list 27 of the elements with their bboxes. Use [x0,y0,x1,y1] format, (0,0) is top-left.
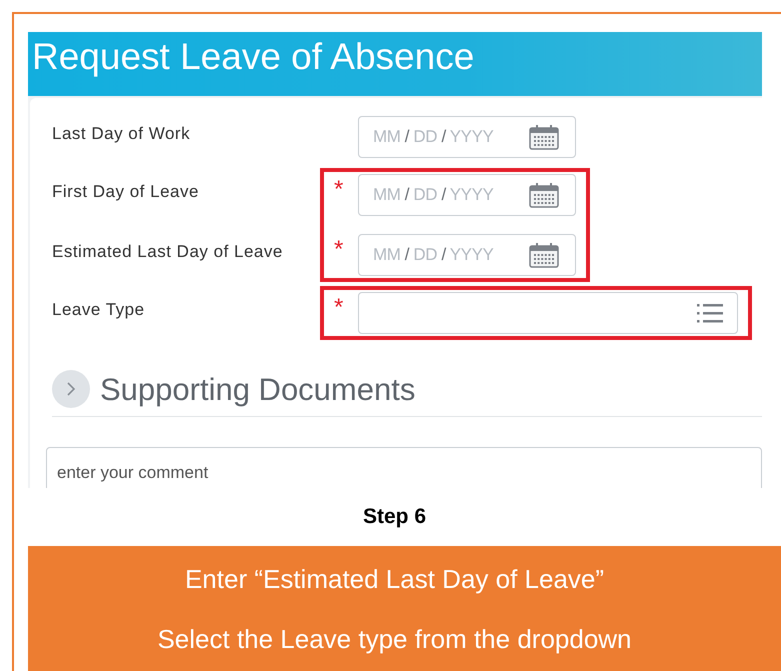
required-mark: * [334,296,344,320]
comment-field[interactable]: enter your comment [46,447,762,488]
field-label: First Day of Leave [52,181,199,204]
dropdown-field[interactable] [358,292,738,334]
date-placeholder: MM / DD / YYYY [373,126,494,148]
instruction-text: Select the Leave type from the dropdown [157,626,632,652]
date-placeholder: MM / DD / YYYY [373,244,494,266]
instruction-text: Enter “Estimated Last Day of Leave” [184,566,604,592]
date-field[interactable]: MM / DD / YYYY [358,234,576,276]
calendar-icon[interactable] [529,182,559,208]
chevron-icon [66,382,76,396]
list-icon[interactable] [697,302,723,324]
date-field[interactable]: MM / DD / YYYY [358,174,576,216]
calendar-icon[interactable] [529,124,559,150]
step-title: Step 6 [362,504,426,530]
date-field[interactable]: MM / DD / YYYY [358,116,576,158]
section-title: Supporting Documents [100,374,416,404]
page-title: Request Leave of Absence [32,36,474,77]
expand-toggle[interactable] [52,370,90,408]
required-mark: * [334,178,344,202]
field-label: Last Day of Work [52,123,190,146]
calendar-icon[interactable] [529,242,559,268]
comment-placeholder: enter your comment [57,463,208,482]
field-label: Estimated Last Day of Leave [52,241,283,264]
field-label: Leave Type [52,299,145,322]
required-mark: * [334,238,344,262]
date-placeholder: MM / DD / YYYY [373,184,494,206]
